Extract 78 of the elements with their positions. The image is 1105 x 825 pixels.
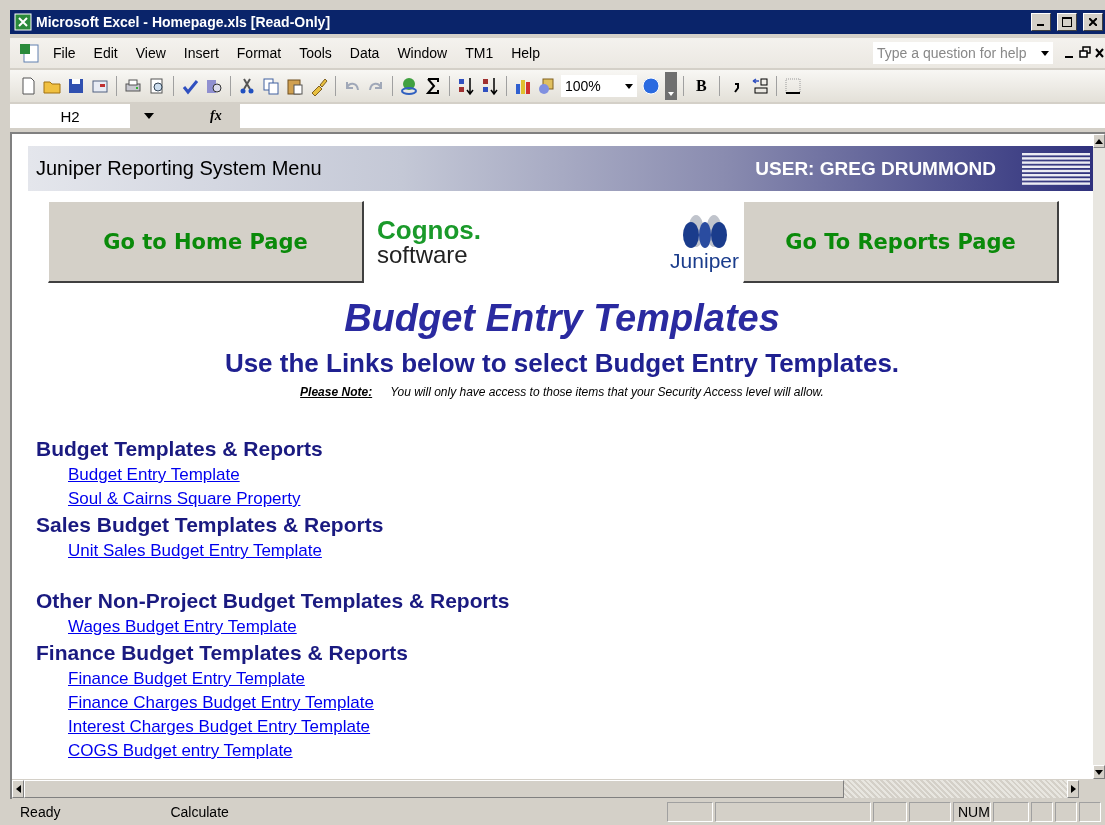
status-panel [1055, 802, 1077, 822]
bold-button[interactable]: B [690, 77, 713, 95]
template-link[interactable]: Soul & Cairns Square Property [68, 487, 301, 511]
section-title: Finance Budget Templates & Reports [36, 640, 409, 666]
close-button[interactable] [1083, 13, 1103, 31]
help-search-field[interactable]: Type a question for help [873, 42, 1053, 64]
menu-item[interactable]: Format [227, 45, 291, 61]
sort-ascending-icon[interactable] [456, 76, 476, 96]
caret-icon [625, 83, 633, 89]
toolbar-options-icon[interactable] [665, 72, 677, 100]
save-icon[interactable] [66, 76, 86, 96]
insert-function-button[interactable]: fx [210, 104, 240, 128]
menu-item[interactable]: File [44, 45, 85, 61]
template-link[interactable]: Wages Budget Entry Template [68, 615, 297, 639]
format-painter-icon[interactable] [309, 76, 329, 96]
zoom-dropdown[interactable]: 100% [561, 75, 637, 97]
status-mode: Ready [19, 804, 61, 820]
status-panel [993, 802, 1029, 822]
menu-item[interactable]: Help [502, 45, 549, 61]
hyperlink-icon[interactable] [399, 76, 419, 96]
template-link[interactable]: Interest Charges Budget Entry Template [68, 715, 371, 739]
juniper-logo-text: Juniper [670, 249, 739, 273]
page-heading: Budget Entry Templates [343, 297, 781, 340]
template-link[interactable]: Unit Sales Budget Entry Template [68, 539, 322, 563]
note-text: You will only have access to those items that your Security Access level will allow. [390, 385, 824, 399]
status-panel [667, 802, 713, 822]
scroll-left-button[interactable] [12, 780, 24, 798]
restore-icon[interactable] [1077, 45, 1093, 61]
scroll-up-button[interactable] [1093, 134, 1105, 148]
help-icon[interactable] [641, 76, 661, 96]
dropdown-arrow-icon[interactable] [144, 113, 154, 119]
template-link[interactable]: Finance Budget Entry Template [68, 667, 305, 691]
status-panel [873, 802, 907, 822]
caret-icon [1041, 50, 1049, 56]
cognos-logo-tagline: software [377, 243, 468, 267]
menu-item[interactable]: Insert [174, 45, 228, 61]
horizontal-scrollbar[interactable] [12, 779, 1105, 799]
banner-title: Juniper Reporting System Menu [36, 157, 323, 180]
scroll-right-button[interactable] [1067, 780, 1079, 798]
window-title: Microsoft Excel - Homepage.xls [Read-Only] [36, 14, 332, 30]
template-link[interactable]: Finance Charges Budget Entry Template [68, 691, 374, 715]
maximize-button[interactable] [1057, 13, 1077, 31]
down-arrow-icon [1095, 769, 1103, 775]
menu-item[interactable]: Window [388, 45, 457, 61]
scroll-thumb[interactable] [24, 780, 844, 798]
menu-item[interactable]: TM1 [456, 45, 503, 61]
cognos-logo-name: Cognos. [377, 217, 481, 243]
spreadsheet-app-icon [14, 13, 32, 31]
maximize-icon [1062, 17, 1072, 27]
scroll-down-button[interactable] [1093, 765, 1105, 779]
right-arrow-icon [1070, 785, 1076, 793]
section-title: Sales Budget Templates & Reports [36, 512, 385, 538]
sort-descending-icon[interactable] [480, 76, 500, 96]
section-title: Other Non-Project Budget Templates & Reports [36, 588, 511, 614]
striped-logo [1020, 150, 1092, 187]
paste-icon[interactable] [285, 76, 305, 96]
template-link[interactable]: Budget Entry Template [68, 463, 240, 487]
note-label: Please Note: [300, 385, 373, 399]
template-link[interactable]: COGS Budget entry Template [68, 739, 293, 763]
left-arrow-icon [15, 785, 21, 793]
copy-icon[interactable] [261, 76, 281, 96]
close-icon [1089, 18, 1097, 26]
menu-item[interactable]: Tools [290, 45, 341, 61]
status-panel [1079, 802, 1101, 822]
status-panel [909, 802, 951, 822]
minimize-button[interactable] [1031, 13, 1051, 31]
section-title: Budget Templates & Reports [36, 436, 324, 462]
status-panel [1031, 802, 1053, 822]
menu-item[interactable]: Edit [84, 45, 127, 61]
status-calculate: Calculate [169, 804, 229, 820]
user-label: USER: GREG DRUMMOND [755, 157, 996, 180]
menu-item[interactable]: View [126, 45, 175, 61]
drawing-icon[interactable] [537, 76, 557, 96]
up-arrow-icon [1095, 138, 1103, 144]
num-lock-indicator: NUM [953, 802, 991, 822]
vertical-scrollbar[interactable] [1093, 134, 1105, 779]
menu-item[interactable]: Data [340, 45, 389, 61]
page-subheading: Use the Links below to select Budget Entry Templates. [223, 348, 901, 379]
